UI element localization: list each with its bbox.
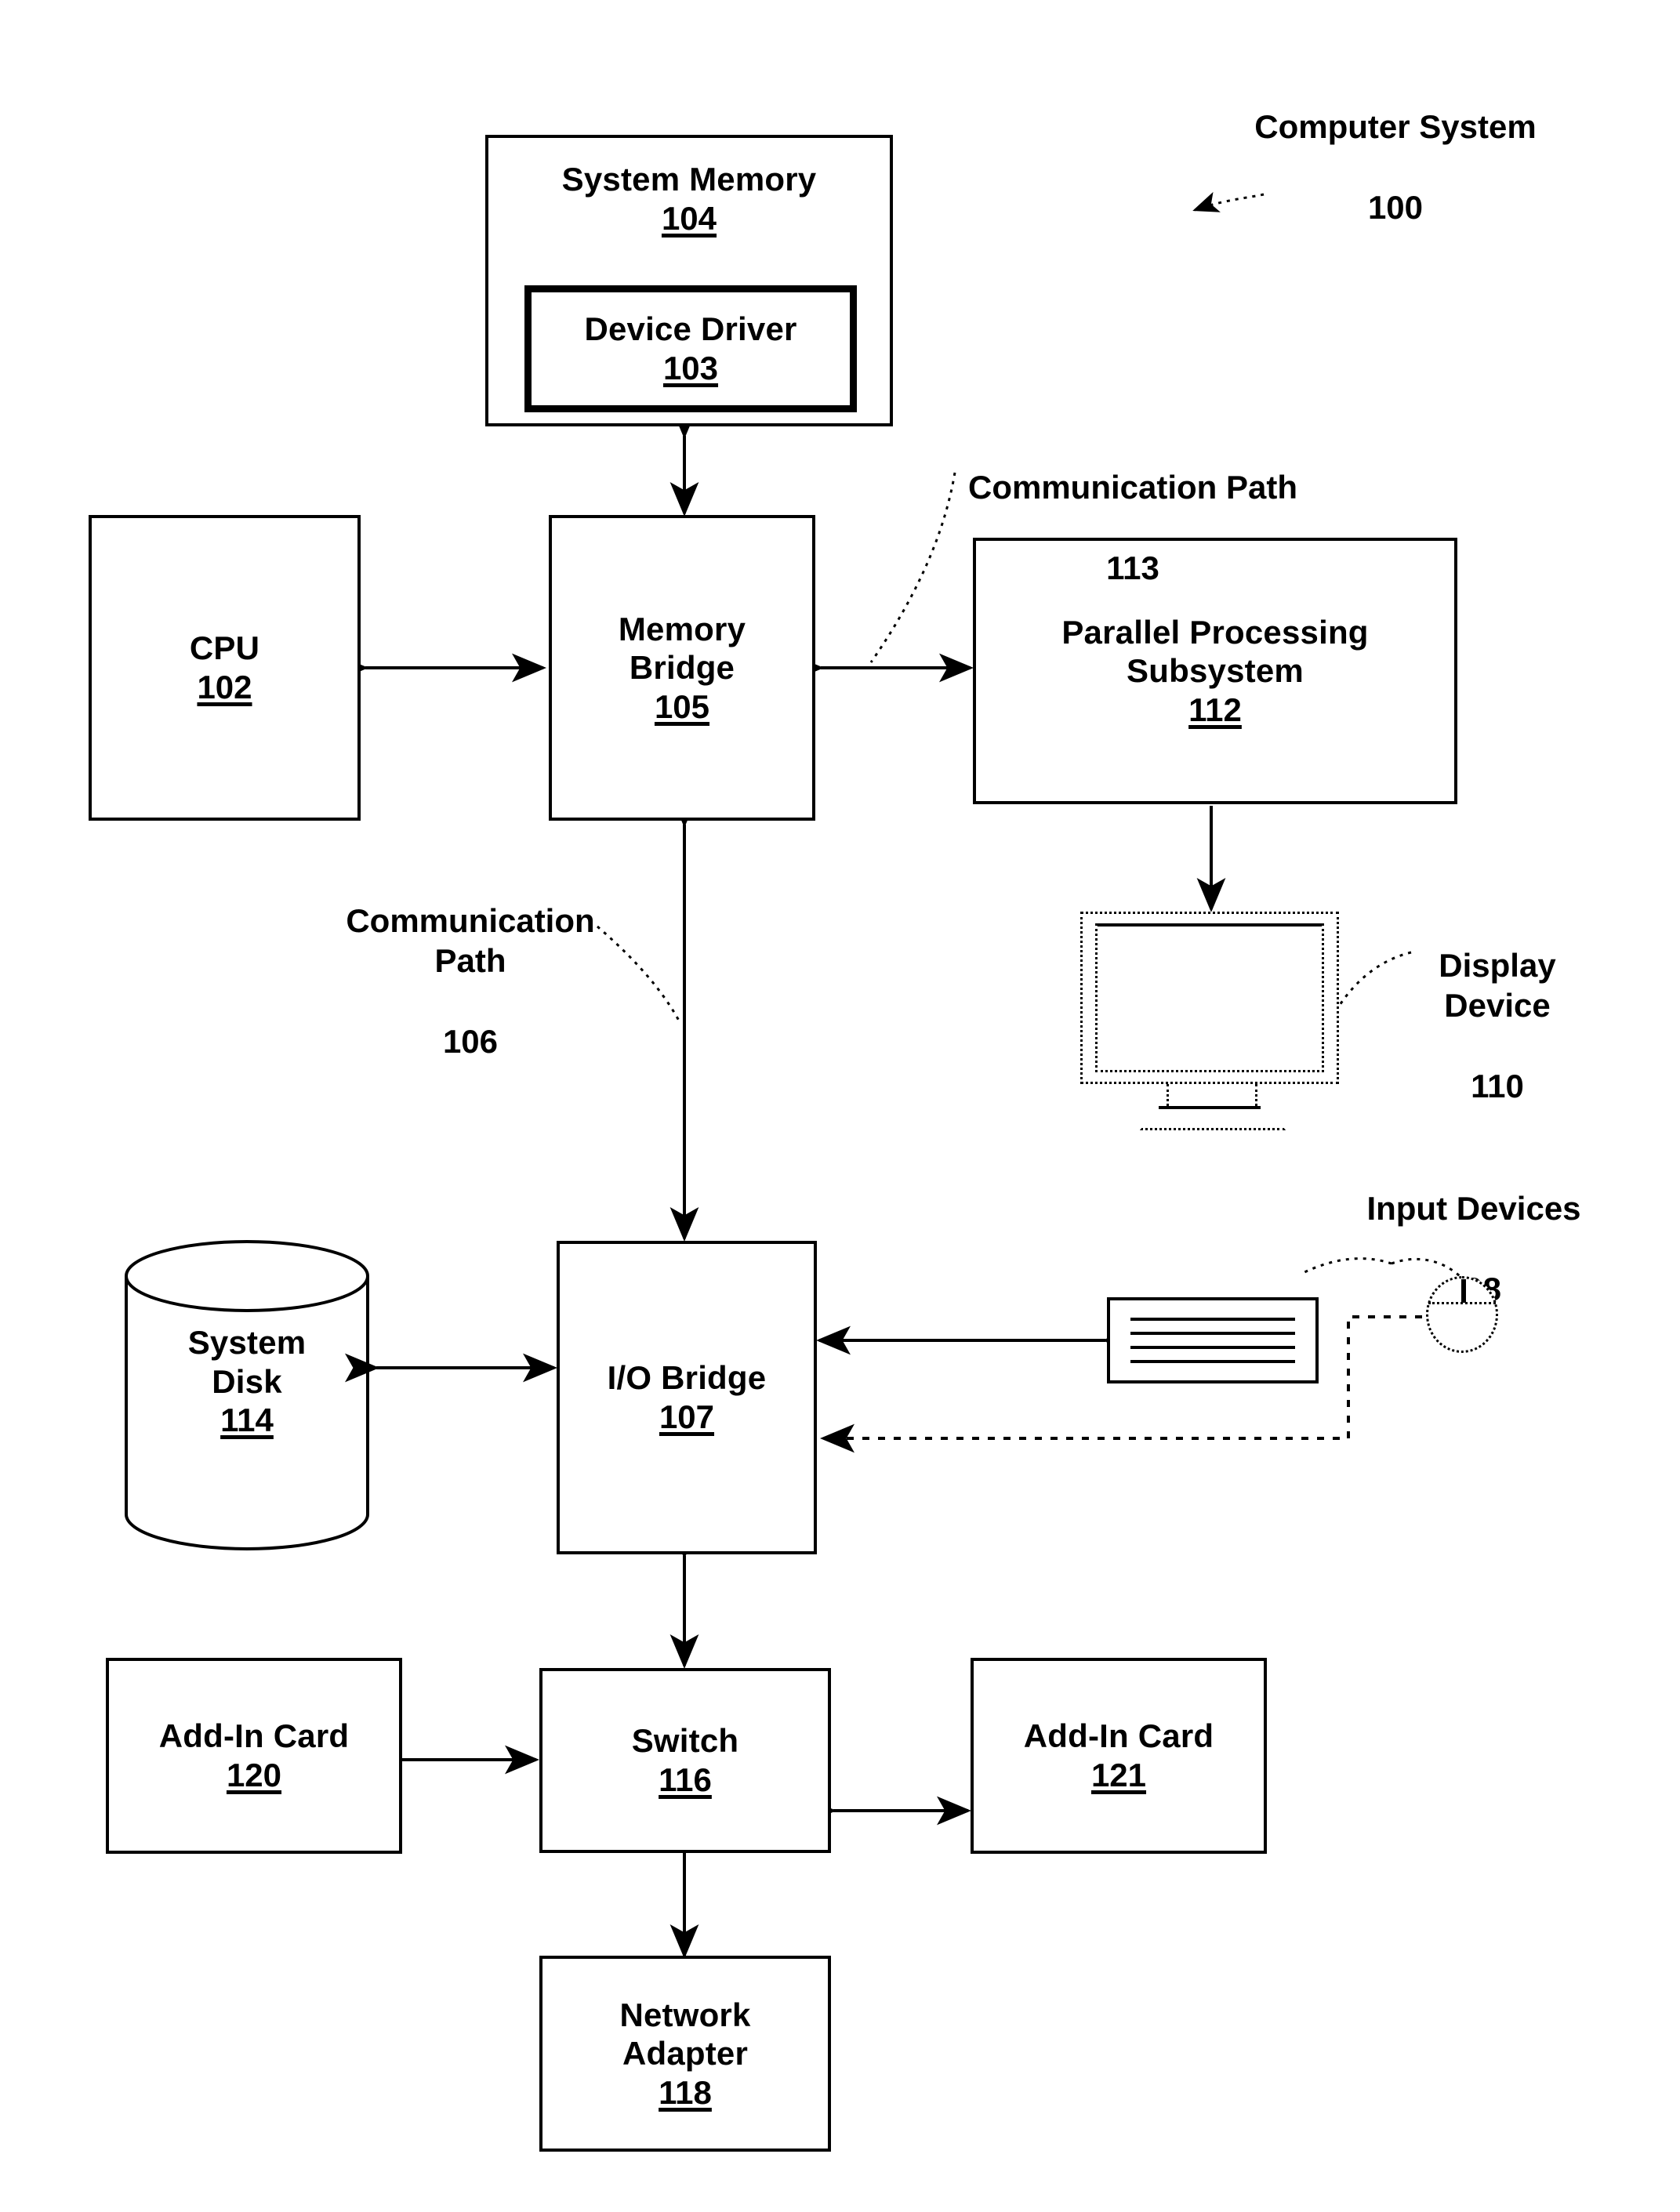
- figure-title-label: Computer System: [1254, 108, 1537, 146]
- cpu-number: 102: [197, 669, 252, 705]
- parallel-processing-subsystem-number: 112: [1188, 691, 1242, 728]
- network-adapter-number: 118: [659, 2073, 712, 2111]
- mouse-button-split: [1461, 1279, 1466, 1303]
- add-in-card-120-block: Add-In Card 120: [106, 1658, 402, 1854]
- switch-label: Switch: [631, 1722, 739, 1760]
- system-disk-label: System Disk: [187, 1324, 307, 1400]
- add-in-card-121-block: Add-In Card 121: [971, 1658, 1267, 1854]
- memory-bridge-number: 105: [654, 687, 710, 725]
- monitor-screen: [1095, 923, 1324, 1072]
- cpu-block: CPU 102: [89, 515, 361, 821]
- add-in-card-120-label: Add-In Card: [158, 1717, 350, 1755]
- display-device-number: 110: [1471, 1067, 1524, 1104]
- switch-block: Switch 116: [539, 1668, 831, 1853]
- communication-path-106-label: Communication Path: [346, 902, 595, 980]
- display-device-label: Display Device: [1439, 947, 1556, 1024]
- communication-path-113-label: Communication Path: [967, 469, 1298, 506]
- io-bridge-label: I/O Bridge: [607, 1359, 767, 1397]
- keyboard-icon: [1107, 1297, 1319, 1383]
- keyboard-row: [1130, 1360, 1295, 1363]
- monitor-neck: [1167, 1084, 1257, 1106]
- communication-path-106-number: 106: [442, 1022, 499, 1060]
- system-disk-number: 114: [220, 1402, 274, 1439]
- communication-path-113-number: 113: [1106, 549, 1159, 586]
- figure-title-number: 100: [1367, 188, 1424, 226]
- system-memory-number: 104: [661, 199, 717, 237]
- leader-computer-system-100: [1192, 191, 1265, 212]
- add-in-card-121-number: 121: [1090, 1757, 1147, 1793]
- keyboard-row: [1130, 1346, 1295, 1349]
- device-driver-label: Device Driver: [584, 310, 797, 348]
- add-in-card-121-label: Add-In Card: [1023, 1717, 1214, 1755]
- monitor-base-line: [1159, 1106, 1261, 1109]
- network-adapter-label: Network Adapter: [619, 1996, 751, 2072]
- memory-bridge-block: Memory Bridge 105: [549, 515, 815, 821]
- display-device-callout: Display Device 110: [1380, 905, 1615, 1146]
- switch-number: 116: [659, 1761, 712, 1798]
- io-bridge-block: I/O Bridge 107: [557, 1241, 817, 1554]
- communication-path-113-callout: Communication Path 113: [925, 427, 1341, 628]
- device-driver-number: 103: [662, 350, 719, 386]
- system-memory-block: System Memory 104 Device Driver 103: [485, 135, 893, 426]
- communication-path-106-callout: Communication Path 106: [314, 861, 627, 1101]
- system-disk-text: System Disk 114: [122, 1323, 372, 1440]
- network-adapter-block: Network Adapter 118: [539, 1956, 831, 2152]
- system-disk-block: System Disk 114: [122, 1238, 372, 1552]
- cpu-label: CPU: [189, 629, 260, 667]
- figure-title-callout: Computer System 100: [1254, 67, 1537, 267]
- memory-bridge-label: Memory Bridge: [618, 610, 746, 687]
- system-memory-label: System Memory: [561, 161, 817, 198]
- keyboard-row: [1130, 1332, 1295, 1335]
- input-devices-label: Input Devices: [1366, 1190, 1581, 1227]
- add-in-card-120-number: 120: [226, 1757, 282, 1793]
- io-bridge-number: 107: [659, 1398, 715, 1435]
- keyboard-row: [1130, 1318, 1295, 1321]
- block-diagram-figure: Computer System 100 System Memory 104 De…: [0, 0, 1680, 2212]
- mouse-icon: [1426, 1276, 1498, 1353]
- display-device-icon-group: [1080, 912, 1339, 1130]
- device-driver-block: Device Driver 103: [524, 285, 857, 412]
